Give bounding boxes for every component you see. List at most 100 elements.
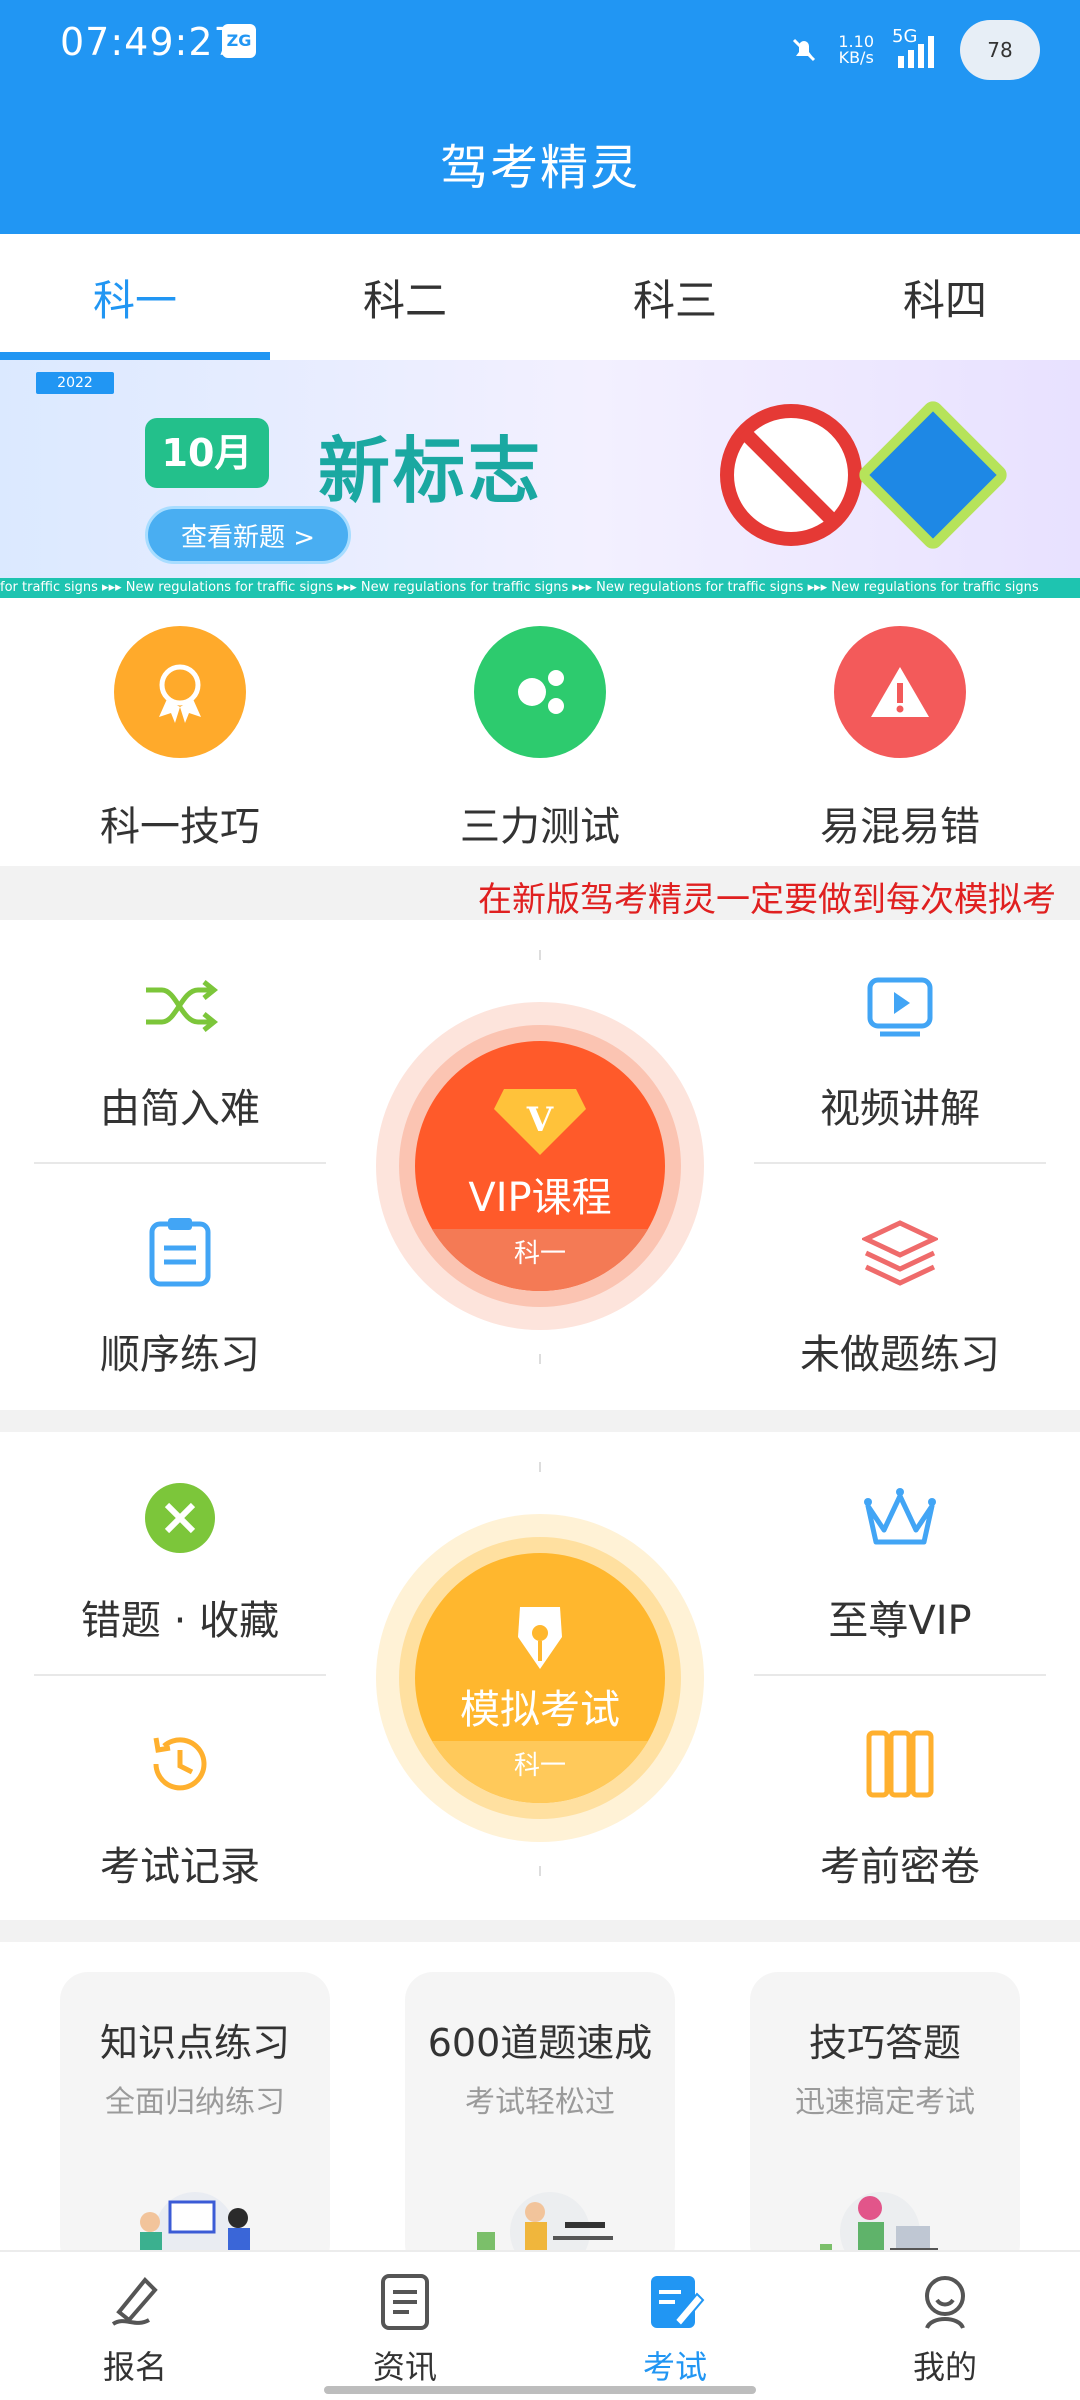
card-600-questions[interactable]: 600道题速成 考试轻松过 xyxy=(405,1972,675,2272)
exam-history-label: 考试记录 xyxy=(100,1844,260,1890)
marquee-text: 在新版驾考精灵一定要做到每次模拟考 xyxy=(478,880,1056,920)
exam-section: 错题 · 收藏 考试记录 至尊VIP 考前密卷 模拟考试 科一 xyxy=(0,1432,1080,1920)
edit-document-icon xyxy=(643,2270,707,2334)
pre-exam-papers[interactable]: 考前密卷 xyxy=(735,1724,1065,1892)
user-icon xyxy=(913,2270,977,2334)
tab-ke-4[interactable]: 科四 xyxy=(810,234,1080,360)
home-indicator[interactable] xyxy=(324,2386,756,2394)
clipboard-icon xyxy=(140,1212,220,1292)
wrong-and-favorites-label: 错题 · 收藏 xyxy=(80,1598,280,1644)
net-speed: 1.10 KB/s xyxy=(838,34,874,66)
pen-sign-icon xyxy=(103,2270,167,2334)
video-explain-label: 视频讲解 xyxy=(820,1086,980,1132)
top-bar: 07:49:27 ZG 1.10 KB/s 5G 78 驾考精灵 xyxy=(0,0,1080,234)
divider xyxy=(754,1162,1046,1164)
bottom-nav: 报名 资讯 考试 我的 xyxy=(0,2250,1080,2400)
card-subtitle: 考试轻松过 xyxy=(465,2085,615,2120)
history-icon xyxy=(140,1724,220,1804)
quick-three-tests-label: 三力测试 xyxy=(460,804,620,850)
signal-icon: 5G xyxy=(892,26,942,74)
card-knowledge-points[interactable]: 知识点练习 全面归纳练习 xyxy=(60,1972,330,2272)
section-gap xyxy=(0,1410,1080,1432)
warning-icon xyxy=(834,626,966,758)
close-circle-icon xyxy=(140,1478,220,1558)
diamond-icon: V xyxy=(494,1089,586,1155)
notification-app-icon: ZG xyxy=(222,24,256,58)
mock-exam-button[interactable]: 模拟考试 科一 xyxy=(376,1514,704,1842)
vip-course-circle: V VIP课程 科一 xyxy=(415,1041,665,1291)
sequential-practice[interactable]: 顺序练习 xyxy=(15,1212,345,1380)
quick-confusing[interactable]: 易混易错 xyxy=(750,626,1050,852)
view-new-questions-button[interactable]: 查看新题 > xyxy=(145,506,351,564)
banner-ticker: for traffic signs ▸▸▸ New regulations fo… xyxy=(0,578,1080,598)
card-title: 知识点练习 xyxy=(99,2021,290,2065)
status-bar: 07:49:27 ZG 1.10 KB/s 5G 78 xyxy=(60,18,1040,82)
subject-tabs: 科一 科二 科三 科四 xyxy=(0,234,1080,360)
vip-course-subject: 科一 xyxy=(415,1229,665,1291)
document-icon xyxy=(373,2270,437,2334)
exam-history[interactable]: 考试记录 xyxy=(15,1724,345,1892)
nav-exam[interactable]: 考试 xyxy=(540,2252,810,2400)
supreme-vip[interactable]: 至尊VIP xyxy=(735,1478,1065,1646)
vip-course-title: VIP课程 xyxy=(468,1175,612,1221)
unanswered-practice-label: 未做题练习 xyxy=(800,1332,1000,1378)
tab-ke-2[interactable]: 科二 xyxy=(270,234,540,360)
unanswered-practice[interactable]: 未做题练习 xyxy=(735,1212,1065,1380)
nav-profile-label: 我的 xyxy=(912,2348,977,2386)
battery-avatar: 78 xyxy=(960,20,1040,80)
nav-profile[interactable]: 我的 xyxy=(810,2252,1080,2400)
wrong-and-favorites[interactable]: 错题 · 收藏 xyxy=(15,1478,345,1646)
nav-register[interactable]: 报名 xyxy=(0,2252,270,2400)
easy-to-hard-label: 由简入难 xyxy=(100,1086,260,1132)
banner-headline: 新标志 xyxy=(318,429,544,513)
quick-skill-label: 科一技巧 xyxy=(100,804,260,850)
crown-icon xyxy=(860,1478,940,1558)
no-bike-sign-icon xyxy=(720,404,862,546)
page-title: 驾考精灵 xyxy=(439,140,640,196)
mock-exam-subject: 科一 xyxy=(415,1741,665,1803)
easy-to-hard[interactable]: 由简入难 xyxy=(15,966,345,1134)
status-time: 07:49:27 xyxy=(60,20,239,64)
pre-exam-papers-label: 考前密卷 xyxy=(820,1844,980,1890)
banner-year: 2022 xyxy=(36,372,114,394)
divider xyxy=(754,1674,1046,1676)
video-explain[interactable]: 视频讲解 xyxy=(735,966,1065,1134)
vip-course-button[interactable]: V VIP课程 科一 xyxy=(376,1002,704,1330)
banner-month: 10月 xyxy=(145,418,269,488)
quick-confusing-label: 易混易错 xyxy=(820,804,980,850)
nav-news[interactable]: 资讯 xyxy=(270,2252,540,2400)
divider xyxy=(34,1674,326,1676)
section-gap xyxy=(0,1920,1080,1942)
quick-actions: 科一技巧 三力测试 易混易错 xyxy=(0,598,1080,866)
shuffle-icon xyxy=(140,966,220,1046)
diamond-letter: V xyxy=(526,1100,554,1140)
tab-ke-1[interactable]: 科一 xyxy=(0,234,270,360)
card-title: 技巧答题 xyxy=(808,2021,961,2065)
mock-exam-circle: 模拟考试 科一 xyxy=(415,1553,665,1803)
video-icon xyxy=(860,966,940,1046)
card-skill-answers[interactable]: 技巧答题 迅速搞定考试 xyxy=(750,1972,1020,2272)
card-subtitle: 全面归纳练习 xyxy=(105,2085,285,2120)
tab-ke-3[interactable]: 科三 xyxy=(540,234,810,360)
notice-marquee: 在新版驾考精灵一定要做到每次模拟考 xyxy=(0,866,1080,920)
card-subtitle: 迅速搞定考试 xyxy=(795,2085,975,2120)
quick-skill[interactable]: 科一技巧 xyxy=(30,626,330,852)
divider xyxy=(34,1162,326,1164)
nav-register-label: 报名 xyxy=(102,2348,167,2386)
sequential-practice-label: 顺序练习 xyxy=(100,1332,260,1378)
quick-three-tests[interactable]: 三力测试 xyxy=(390,626,690,852)
medal-icon xyxy=(114,626,246,758)
nav-news-label: 资讯 xyxy=(372,2348,437,2386)
promo-banner[interactable]: 2022 10月 新标志 查看新题 > for traffic signs ▸▸… xyxy=(0,360,1080,598)
layers-icon xyxy=(860,1212,940,1292)
bubbles-icon xyxy=(474,626,606,758)
status-right: 1.10 KB/s 5G 78 xyxy=(788,18,1040,82)
nav-exam-label: 考试 xyxy=(642,2348,707,2386)
battery-level: 78 xyxy=(987,38,1013,62)
practice-section: 由简入难 顺序练习 视频讲解 未做题练习 V VIP课程 科一 xyxy=(0,920,1080,1410)
mock-exam-title: 模拟考试 xyxy=(460,1687,620,1733)
mute-bell-icon xyxy=(793,38,816,62)
books-icon xyxy=(860,1724,940,1804)
pen-nib-icon xyxy=(518,1607,562,1669)
feature-cards: 知识点练习 全面归纳练习 600道题速成 考试轻松过 技巧答题 迅速搞定考试 xyxy=(0,1942,1080,2272)
